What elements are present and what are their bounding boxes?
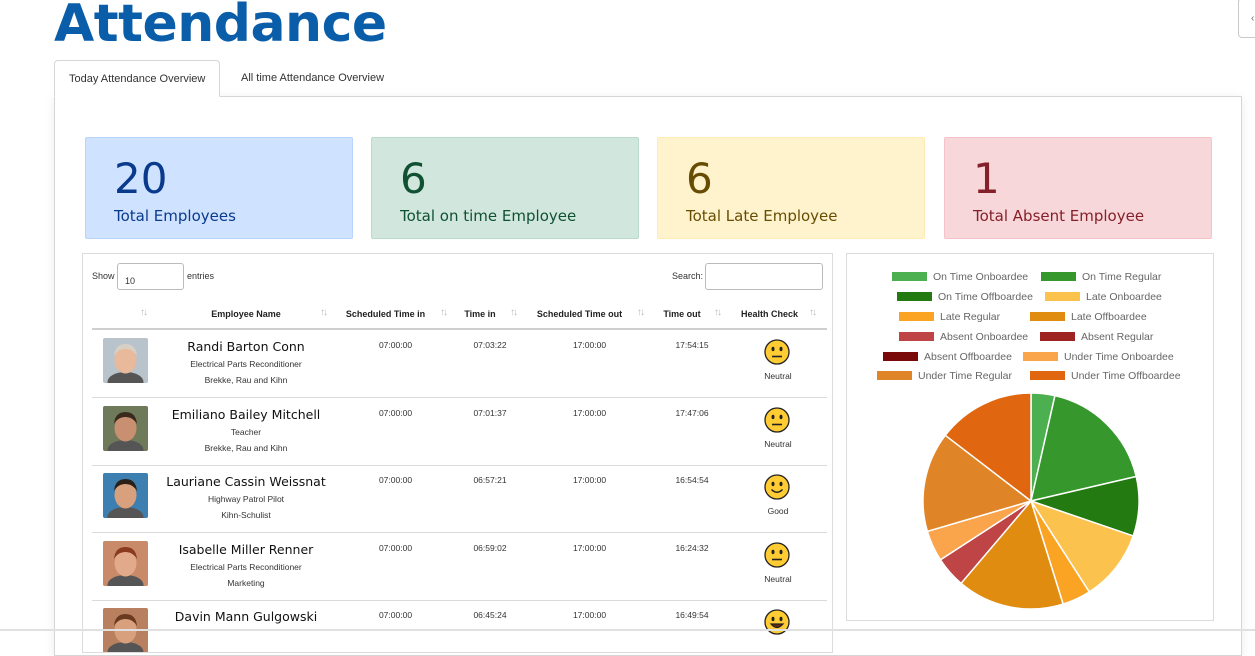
health-label: Good bbox=[767, 506, 789, 516]
neutral-face-icon bbox=[764, 541, 790, 568]
stat-label: Total Employees bbox=[114, 207, 236, 225]
avatar bbox=[103, 540, 148, 586]
time-out: 16:24:32 bbox=[675, 542, 709, 553]
scheduled-time-in: 07:00:00 bbox=[378, 542, 413, 553]
sort-icon[interactable]: ↑↓ bbox=[140, 307, 148, 318]
employee-company: Brekke, Rau and Kihn bbox=[204, 375, 288, 385]
time-out: 17:47:06 bbox=[675, 407, 709, 418]
time-in: 07:01:37 bbox=[473, 407, 507, 418]
scheduled-time-in: 07:00:00 bbox=[378, 340, 413, 350]
scheduled-time-out: 17:00:00 bbox=[572, 610, 607, 620]
employee-company: Marketing bbox=[227, 577, 265, 588]
health-label: Neutral bbox=[764, 573, 792, 584]
sort-icon[interactable]: ↑↓ bbox=[809, 307, 817, 318]
pie-chart-svg bbox=[922, 392, 1140, 610]
attendance-pie-chart: On Time Onboardee On Time Regular On Time … bbox=[846, 253, 1214, 621]
time-in: 06:57:21 bbox=[473, 475, 507, 485]
employee-name: Emiliano Bailey Mitchell bbox=[171, 406, 321, 422]
table-header: ↑↓ Employee Name ↑↓ Scheduled Time in ↑↓… bbox=[92, 299, 827, 330]
total-employees-card: 20 Total Employees bbox=[85, 137, 353, 239]
scheduled-time-out: 17:00:00 bbox=[572, 475, 607, 485]
stat-value: 6 bbox=[400, 154, 427, 203]
page-title: Attendance bbox=[54, 0, 387, 54]
good-face-icon bbox=[764, 474, 790, 500]
employee-company: Kihn-Schulist bbox=[221, 510, 271, 520]
employee-job: Electrical Parts Reconditioner bbox=[190, 561, 302, 572]
col-time-out[interactable]: Time out bbox=[652, 309, 712, 319]
employee-name: Randi Barton Conn bbox=[187, 339, 305, 354]
sort-icon[interactable]: ↑↓ bbox=[440, 307, 448, 318]
employee-name: Lauriane Cassin Weissnat bbox=[166, 474, 326, 489]
search-input[interactable] bbox=[705, 263, 823, 290]
time-out: 17:54:15 bbox=[675, 340, 709, 350]
show-label: Show bbox=[92, 271, 115, 281]
employee-job: Teacher bbox=[230, 426, 262, 437]
total-late-card: 6 Total Late Employee bbox=[657, 137, 925, 239]
total-absent-card: 1 Total Absent Employee bbox=[944, 137, 1212, 239]
scheduled-time-in: 07:00:00 bbox=[378, 407, 413, 418]
happy-face-icon bbox=[764, 609, 790, 635]
stat-value: 6 bbox=[686, 154, 713, 203]
page-size-select[interactable]: 10 bbox=[117, 263, 184, 290]
employee-job: Electrical Parts Reconditioner bbox=[190, 359, 302, 369]
stat-value: 20 bbox=[114, 154, 168, 203]
col-scheduled-time-out[interactable]: Scheduled Time out bbox=[527, 309, 632, 319]
table-row[interactable]: Emiliano Bailey Mitchell Teacher Brekke, R… bbox=[92, 398, 827, 466]
tab-today-overview[interactable]: Today Attendance Overview bbox=[54, 60, 221, 97]
time-in: 06:59:02 bbox=[473, 542, 507, 553]
neutral-face-icon bbox=[764, 339, 790, 365]
table-row[interactable]: Lauriane Cassin Weissnat Highway Patrol P… bbox=[92, 465, 827, 533]
attendance-table-card: Show 10 entries Search: ↑↓ Employee Name… bbox=[82, 253, 833, 653]
time-out: 16:54:54 bbox=[675, 475, 709, 485]
employee-name: Isabelle Miller Renner bbox=[178, 541, 314, 557]
total-on-time-card: 6 Total on time Employee bbox=[371, 137, 639, 239]
sort-icon[interactable]: ↑↓ bbox=[320, 307, 328, 318]
entries-label: entries bbox=[187, 271, 215, 281]
stat-label: Total Late Employee bbox=[686, 207, 838, 225]
time-in: 07:03:22 bbox=[473, 340, 507, 350]
neutral-face-icon bbox=[764, 406, 790, 433]
avatar bbox=[103, 473, 148, 518]
avatar bbox=[103, 405, 148, 451]
collapse-icon[interactable]: ‹ bbox=[1238, 0, 1255, 38]
employee-job: Highway Patrol Pilot bbox=[207, 494, 285, 504]
avatar bbox=[103, 338, 148, 383]
col-health-check[interactable]: Health Check bbox=[732, 309, 807, 319]
scheduled-time-out: 17:00:00 bbox=[572, 407, 607, 418]
health-label: Neutral bbox=[764, 438, 792, 449]
col-time-in[interactable]: Time in bbox=[450, 309, 510, 319]
scheduled-time-in: 07:00:00 bbox=[378, 610, 413, 620]
sort-icon[interactable]: ↑↓ bbox=[637, 307, 645, 318]
stat-value: 1 bbox=[973, 154, 1000, 203]
tab-all-time-overview[interactable]: All time Attendance Overview bbox=[227, 60, 398, 97]
time-out: 16:49:54 bbox=[675, 610, 709, 620]
health-label: Neutral bbox=[764, 371, 792, 381]
table-row[interactable]: Isabelle Miller Renner Electrical Parts R… bbox=[92, 533, 827, 601]
col-scheduled-time-in[interactable]: Scheduled Time in bbox=[338, 309, 433, 319]
sort-icon[interactable]: ↑↓ bbox=[714, 307, 722, 318]
scheduled-time-out: 17:00:00 bbox=[572, 542, 607, 553]
table-row[interactable]: Davin Mann Gulgowski 07:00:00 06:45:24 17:0… bbox=[92, 600, 827, 652]
scheduled-time-out: 17:00:00 bbox=[572, 340, 607, 350]
time-in: 06:45:24 bbox=[473, 610, 507, 620]
employee-company: Brekke, Rau and Kihn bbox=[204, 442, 288, 453]
stat-label: Total Absent Employee bbox=[973, 207, 1145, 225]
col-employee-name[interactable]: Employee Name bbox=[156, 309, 336, 319]
search-label: Search: bbox=[672, 271, 704, 281]
stat-label: Total on time Employee bbox=[400, 207, 577, 225]
table-row[interactable]: Randi Barton Conn Electrical Parts Recond… bbox=[92, 330, 827, 398]
scheduled-time-in: 07:00:00 bbox=[378, 475, 413, 485]
employee-name: Davin Mann Gulgowski bbox=[174, 609, 318, 624]
sort-icon[interactable]: ↑↓ bbox=[510, 307, 518, 318]
